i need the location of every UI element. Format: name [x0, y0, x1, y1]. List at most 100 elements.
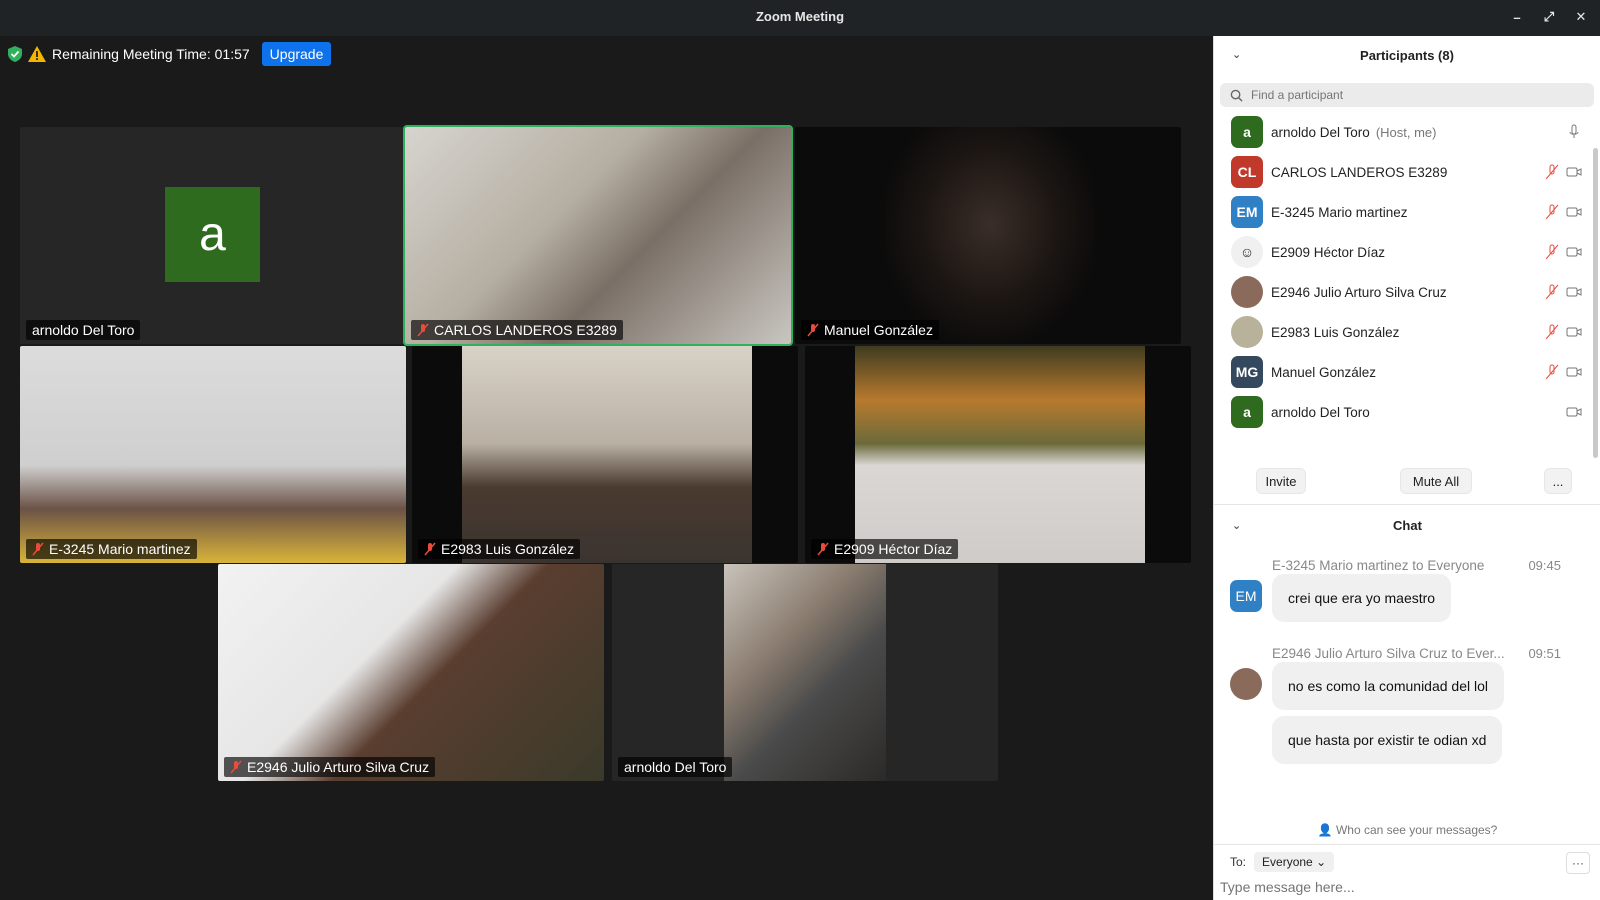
- message-sender: E-3245 Mario martinez to Everyone: [1272, 558, 1485, 573]
- more-options-button[interactable]: ...: [1544, 468, 1572, 494]
- warning-icon: [28, 46, 46, 62]
- mic-muted-icon[interactable]: [1544, 364, 1560, 380]
- tile-name-label: E2909 Héctor Díaz: [811, 539, 959, 559]
- video-tile[interactable]: E2983 Luis González: [412, 346, 798, 563]
- recipient-row: To: Everyone ⌄: [1230, 852, 1335, 872]
- window-title: Zoom Meeting: [755, 9, 845, 24]
- tile-name-label: CARLOS LANDEROS E3289: [411, 320, 623, 340]
- video-off-icon[interactable]: [1566, 404, 1582, 420]
- avatar: MG: [1231, 356, 1263, 388]
- participant-scrollbar[interactable]: [1593, 148, 1598, 458]
- participant-role: (Host, me): [1375, 124, 1437, 140]
- tile-name-label: arnoldo Del Toro: [618, 757, 733, 777]
- minimize-icon[interactable]: –: [1508, 8, 1526, 26]
- participant-video: [20, 346, 406, 563]
- chevron-down-icon[interactable]: ⌄: [1232, 48, 1244, 61]
- participant-avatar: a: [165, 187, 260, 282]
- participant-row[interactable]: ☺ E2909 Héctor Díaz: [1214, 232, 1594, 272]
- mic-icon[interactable]: [1566, 124, 1582, 140]
- chat-more-button[interactable]: ···: [1566, 852, 1590, 874]
- mute-all-button[interactable]: Mute All: [1400, 468, 1472, 494]
- mic-muted-icon[interactable]: [1544, 244, 1560, 260]
- participant-row[interactable]: CL CARLOS LANDEROS E3289: [1214, 152, 1594, 192]
- video-off-icon[interactable]: [1566, 164, 1582, 180]
- participant-name: E2983 Luis González: [1271, 324, 1400, 340]
- video-tile[interactable]: E2909 Héctor Díaz: [805, 346, 1191, 563]
- close-icon[interactable]: ✕: [1572, 8, 1590, 26]
- invite-button[interactable]: Invite: [1256, 468, 1306, 494]
- participant-list: a arnoldo Del Toro (Host, me) CL CARLOS …: [1214, 112, 1594, 432]
- video-stage: Remaining Meeting Time: 01:57 Upgrade a …: [0, 36, 1213, 900]
- video-tile[interactable]: E2946 Julio Arturo Silva Cruz: [218, 564, 604, 781]
- who-can-see-link[interactable]: 👤 Who can see your messages?: [1214, 823, 1600, 837]
- video-tile[interactable]: E-3245 Mario martinez: [20, 346, 406, 563]
- people-icon: 👤: [1317, 823, 1333, 837]
- search-input[interactable]: [1251, 88, 1571, 102]
- mic-muted-icon[interactable]: [1544, 284, 1560, 300]
- right-sidebar: ⌄ Participants (8) a arnoldo Del Toro (H…: [1213, 36, 1600, 900]
- participant-video: [724, 564, 886, 781]
- chat-header: ⌄ Chat: [1214, 506, 1600, 544]
- video-off-icon[interactable]: [1566, 204, 1582, 220]
- video-tile[interactable]: Manuel González: [795, 127, 1181, 344]
- search-icon: [1230, 89, 1243, 102]
- avatar: ☺: [1231, 236, 1263, 268]
- participant-row[interactable]: E2983 Luis González: [1214, 312, 1594, 352]
- participant-row[interactable]: E2946 Julio Arturo Silva Cruz: [1214, 272, 1594, 312]
- video-tile-active-speaker[interactable]: CARLOS LANDEROS E3289: [403, 125, 793, 346]
- participant-name: CARLOS LANDEROS E3289: [1271, 164, 1448, 180]
- message-input[interactable]: [1220, 876, 1590, 898]
- chat-title: Chat: [1393, 517, 1422, 533]
- title-bar: Zoom Meeting – ⤢ ✕: [0, 0, 1600, 36]
- participant-search[interactable]: [1220, 83, 1594, 107]
- participant-video: [855, 346, 1145, 563]
- tile-name-label: E2946 Julio Arturo Silva Cruz: [224, 757, 436, 777]
- recipient-select[interactable]: Everyone ⌄: [1254, 852, 1335, 872]
- message-time: 09:45: [1528, 558, 1561, 573]
- participant-name: arnoldo Del Toro: [1271, 124, 1370, 140]
- mic-muted-icon[interactable]: [1544, 164, 1560, 180]
- mic-muted-icon: [817, 542, 829, 556]
- video-tile[interactable]: arnoldo Del Toro: [612, 564, 998, 781]
- tile-name-label: E2983 Luis González: [418, 539, 581, 559]
- participant-name: E2946 Julio Arturo Silva Cruz: [1271, 284, 1447, 300]
- meeting-timer-bar: Remaining Meeting Time: 01:57 Upgrade: [8, 42, 332, 66]
- fullscreen-icon[interactable]: ⤢: [1540, 8, 1558, 26]
- video-off-icon[interactable]: [1566, 244, 1582, 260]
- video-tile[interactable]: a arnoldo Del Toro: [20, 127, 406, 344]
- window-controls: – ⤢ ✕: [1508, 8, 1590, 26]
- mic-muted-icon[interactable]: [1544, 204, 1560, 220]
- mic-muted-icon: [417, 323, 429, 337]
- compose-divider: [1214, 844, 1600, 845]
- mic-muted-icon: [807, 323, 819, 337]
- avatar: [1231, 276, 1263, 308]
- upgrade-button[interactable]: Upgrade: [261, 42, 332, 66]
- video-off-icon[interactable]: [1566, 324, 1582, 340]
- chat-bubble: que hasta por existir te odian xd: [1272, 716, 1503, 764]
- participant-name: E2909 Héctor Díaz: [1271, 244, 1386, 260]
- participant-row[interactable]: a arnoldo Del Toro (Host, me): [1214, 112, 1594, 152]
- participant-name: arnoldo Del Toro: [1271, 404, 1370, 420]
- participants-title: Participants (8): [1360, 47, 1454, 63]
- message-time: 09:51: [1528, 646, 1561, 661]
- participant-name: E-3245 Mario martinez: [1271, 204, 1408, 220]
- participant-row[interactable]: EM E-3245 Mario martinez: [1214, 192, 1594, 232]
- tile-name-label: E-3245 Mario martinez: [26, 539, 197, 559]
- avatar: a: [1231, 396, 1263, 428]
- avatar: CL: [1231, 156, 1263, 188]
- video-off-icon[interactable]: [1566, 364, 1582, 380]
- participant-actions: Invite Mute All ...: [1214, 468, 1594, 498]
- chevron-down-icon[interactable]: ⌄: [1232, 519, 1244, 532]
- video-off-icon[interactable]: [1566, 284, 1582, 300]
- mic-muted-icon[interactable]: [1544, 324, 1560, 340]
- participant-video: [218, 564, 604, 781]
- participant-video: [405, 127, 791, 344]
- remaining-time-text: Remaining Meeting Time: 01:57: [52, 46, 250, 62]
- participant-row[interactable]: a arnoldo Del Toro: [1214, 392, 1594, 432]
- avatar: [1231, 316, 1263, 348]
- participant-row[interactable]: MG Manuel González: [1214, 352, 1594, 392]
- to-label: To:: [1230, 855, 1247, 869]
- mic-muted-icon: [230, 760, 242, 774]
- chat-bubble: crei que era yo maestro: [1272, 574, 1452, 622]
- avatar: [1230, 668, 1262, 700]
